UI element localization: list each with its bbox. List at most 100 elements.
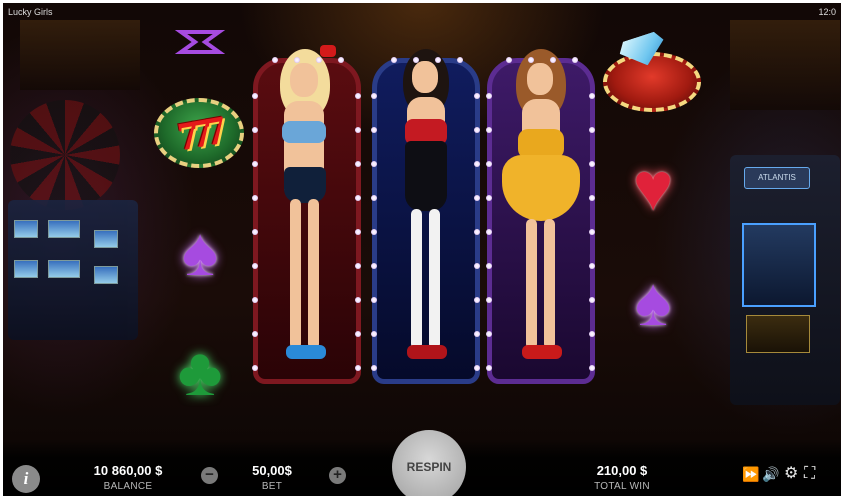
light-bulb-decor — [474, 195, 480, 201]
game-title: Lucky Girls — [8, 7, 53, 17]
light-bulb-decor — [252, 93, 258, 99]
respin-label: RESPIN — [406, 460, 452, 474]
light-bulb-decor — [355, 331, 361, 337]
bet-increase-button[interactable]: + — [329, 467, 346, 484]
girl-blonde-wild — [262, 45, 352, 389]
light-bulb-decor — [486, 297, 492, 303]
bet-value: 50,00$ — [252, 463, 292, 478]
light-bulb-decor — [371, 195, 377, 201]
light-bulb-decor — [528, 57, 534, 63]
light-bulb-decor — [474, 365, 480, 371]
info-button[interactable]: i — [12, 465, 40, 493]
clock: 12:0 — [818, 7, 836, 17]
light-bulb-decor — [589, 195, 595, 201]
light-bulb-decor — [486, 365, 492, 371]
sound-icon[interactable]: 🔊 — [762, 466, 779, 482]
slot-machine-decor-right: ATLANTIS — [730, 155, 840, 405]
slot-screen-decor — [94, 230, 118, 248]
seven-symbol-label: 777 — [174, 107, 224, 159]
fullscreen-icon[interactable]: ⛶ — [804, 466, 815, 482]
gear-icon[interactable]: ⚙ — [784, 466, 798, 482]
spade-icon: ♠ — [613, 257, 693, 347]
light-bulb-decor — [252, 229, 258, 235]
light-bulb-decor — [355, 93, 361, 99]
chip-icon: 777 — [154, 98, 244, 168]
light-bulb-decor — [371, 365, 377, 371]
balance-caption: BALANCE — [103, 481, 153, 492]
slot-screen-decor — [48, 260, 80, 278]
light-bulb-decor — [252, 263, 258, 269]
slot-machine-sign: ATLANTIS — [744, 167, 810, 189]
wild-panel-blue — [371, 49, 480, 384]
light-bulb-decor — [371, 127, 377, 133]
light-bulb-decor — [589, 263, 595, 269]
light-bulb-decor — [486, 229, 492, 235]
reel-right: ♥ ♠ — [598, 22, 708, 442]
top-bar: Lucky Girls 12:0 — [0, 0, 844, 22]
seven-chip-icon: 777 — [149, 88, 249, 178]
light-bulb-decor — [474, 93, 480, 99]
fast-forward-icon[interactable]: ⏩ — [742, 466, 759, 482]
light-bulb-decor — [572, 57, 578, 63]
balcony-decor-right — [730, 20, 840, 110]
slot-screen-decor — [14, 220, 38, 238]
light-bulb-decor — [338, 57, 344, 63]
light-bulb-decor — [486, 127, 492, 133]
light-bulb-decor — [355, 297, 361, 303]
diamond-chip-icon — [602, 42, 702, 122]
light-bulb-decor — [371, 161, 377, 167]
light-bulb-decor — [589, 161, 595, 167]
respin-button[interactable]: RESPIN — [392, 430, 466, 499]
light-bulb-decor — [371, 93, 377, 99]
light-bulb-decor — [355, 195, 361, 201]
red-bow-icon — [320, 45, 336, 57]
light-bulb-decor — [355, 161, 361, 167]
light-bulb-decor — [316, 57, 322, 63]
light-bulb-decor — [486, 93, 492, 99]
reel-left: 777 ♠ ♣ — [145, 22, 255, 442]
bet-decrease-button[interactable]: − — [201, 467, 218, 484]
roulette-wheel-decor — [10, 100, 120, 210]
light-bulb-decor — [252, 127, 258, 133]
game-screen: Lucky Girls 12:0 ATLANTIS 777 ♠ ♣ ♥ ♠ i … — [0, 0, 844, 499]
chip-icon — [603, 52, 701, 112]
slot-machines-decor-left — [8, 200, 138, 340]
heart-symbol: ♥ — [632, 149, 674, 225]
light-bulb-decor — [474, 297, 480, 303]
light-bulb-decor — [413, 57, 419, 63]
light-bulb-decor — [550, 57, 556, 63]
light-bulb-decor — [355, 127, 361, 133]
spade-icon: ♠ — [160, 207, 240, 297]
light-bulb-decor — [506, 57, 512, 63]
light-bulb-decor — [252, 297, 258, 303]
bet-caption: BET — [261, 481, 283, 492]
light-bulb-decor — [252, 331, 258, 337]
light-bulb-decor — [371, 229, 377, 235]
light-bulb-decor — [435, 57, 441, 63]
light-bulb-decor — [474, 331, 480, 337]
light-bulb-decor — [486, 263, 492, 269]
light-bulb-decor — [272, 57, 278, 63]
light-bulb-decor — [252, 161, 258, 167]
girl-brunette-wild — [381, 49, 471, 389]
light-bulb-decor — [355, 263, 361, 269]
balcony-decor-left — [20, 20, 140, 90]
club-icon: ♣ — [160, 327, 240, 417]
light-bulb-decor — [589, 93, 595, 99]
light-bulb-decor — [474, 229, 480, 235]
light-bulb-decor — [355, 365, 361, 371]
heart-icon: ♥ — [613, 142, 693, 232]
club-symbol: ♣ — [177, 334, 223, 410]
light-bulb-decor — [371, 331, 377, 337]
balance-value: 10 860,00 $ — [93, 463, 163, 478]
purple-glyph-icon — [175, 30, 225, 54]
light-bulb-decor — [457, 57, 463, 63]
slot-screen-decor — [48, 220, 80, 238]
light-bulb-decor — [252, 195, 258, 201]
wild-panel-red — [252, 45, 361, 384]
light-bulb-decor — [474, 161, 480, 167]
light-bulb-decor — [589, 365, 595, 371]
light-bulb-decor — [486, 161, 492, 167]
light-bulb-decor — [589, 229, 595, 235]
light-bulb-decor — [589, 127, 595, 133]
